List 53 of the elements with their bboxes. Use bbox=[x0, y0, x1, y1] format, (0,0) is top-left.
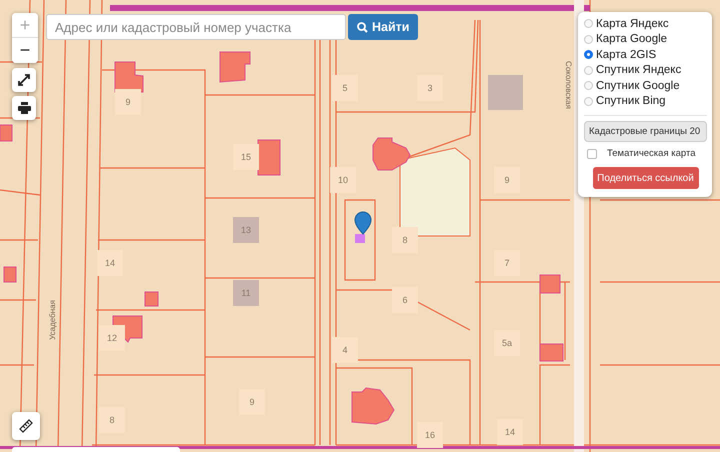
print-button[interactable] bbox=[12, 96, 36, 120]
layer-option[interactable]: Спутник Bing bbox=[584, 94, 707, 109]
house-number-label: 7 bbox=[494, 250, 520, 276]
building-shape bbox=[220, 52, 250, 83]
building-shape bbox=[0, 124, 12, 142]
building-shape bbox=[540, 274, 560, 294]
layer-option[interactable]: Спутник Яндекс bbox=[584, 62, 707, 78]
building-shape bbox=[540, 344, 564, 362]
overlay-select[interactable]: Кадастровые границы 20 bbox=[584, 121, 707, 142]
layer-option[interactable]: Спутник Google bbox=[584, 78, 707, 94]
house-number-label: 12 bbox=[99, 325, 125, 351]
search-button[interactable]: Найти bbox=[348, 14, 418, 40]
house-number-label: 5 bbox=[332, 75, 358, 101]
thematic-checkbox[interactable] bbox=[587, 148, 597, 158]
house-number-label: 14 bbox=[497, 419, 523, 445]
layer-option[interactable]: Карта Яндекс bbox=[584, 16, 707, 32]
thematic-label: Тематическая карта bbox=[607, 148, 696, 159]
house-number-label: 15 bbox=[233, 144, 259, 170]
house-number-label: 3 bbox=[417, 75, 443, 101]
street-label: Соколовская bbox=[564, 61, 573, 109]
house-number-label: 14 bbox=[97, 250, 123, 276]
layer-option[interactable]: Карта 2GIS bbox=[584, 47, 707, 62]
printer-icon bbox=[18, 102, 30, 114]
fullscreen-button[interactable] bbox=[12, 68, 36, 92]
building-shape bbox=[144, 292, 158, 306]
house-number-label: 8 bbox=[392, 227, 418, 253]
layer-option[interactable]: Карта Google bbox=[584, 32, 707, 47]
location-pin-icon[interactable] bbox=[354, 212, 372, 234]
building-shape bbox=[4, 266, 16, 282]
house-number-label: 11 bbox=[233, 280, 259, 306]
building-shape bbox=[372, 138, 411, 170]
building-shape bbox=[352, 387, 395, 424]
share-link-button[interactable]: Поделиться ссылкой bbox=[592, 167, 698, 189]
street-label: Усадебная bbox=[48, 300, 57, 340]
house-number-label: 6 bbox=[392, 287, 418, 313]
measure-button[interactable] bbox=[12, 412, 40, 440]
search-field[interactable]: Адрес или кадастровый номер участка bbox=[46, 14, 346, 40]
house-number-label: 5а bbox=[494, 330, 520, 356]
house-number-label: 16 bbox=[417, 422, 443, 448]
zoom-out-button[interactable]: − bbox=[12, 38, 38, 63]
building-shape bbox=[258, 140, 280, 176]
house-number-label: 8 bbox=[99, 407, 125, 433]
house-number-label: 9 bbox=[239, 389, 265, 415]
house-number-label: 9 bbox=[115, 89, 141, 115]
expand-icon bbox=[18, 74, 30, 86]
building-shape bbox=[488, 75, 523, 110]
house-number-label: 4 bbox=[332, 337, 358, 363]
house-number-label: 13 bbox=[233, 217, 259, 243]
plot-marker bbox=[355, 234, 365, 243]
house-number-label: 9 bbox=[494, 167, 520, 193]
ruler-icon bbox=[19, 419, 33, 433]
search-icon bbox=[357, 22, 368, 32]
house-number-label: 10 bbox=[330, 167, 356, 193]
